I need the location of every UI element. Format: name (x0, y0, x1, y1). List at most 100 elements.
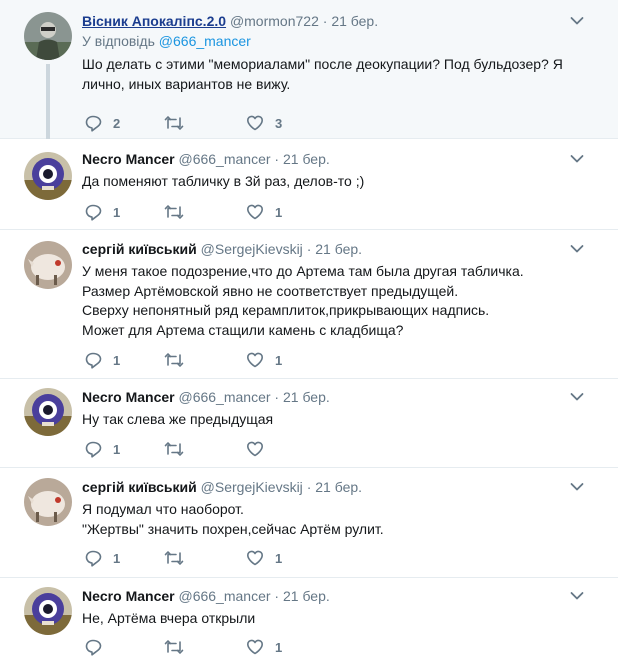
reply-prefix: У відповідь (82, 33, 159, 49)
reply-button[interactable] (84, 637, 113, 657)
separator-dot: · (274, 588, 280, 604)
tweet-text-line: Сверху непонятный ряд керамплиток,прикры… (82, 302, 490, 318)
tweet-text-line: Может для Артема стащили камень с кладби… (82, 321, 404, 338)
heart-icon (247, 441, 263, 457)
reply-button[interactable]: 2 (84, 113, 120, 133)
heart-icon (247, 204, 263, 220)
retweet-button[interactable] (164, 548, 195, 568)
reply-thread: Вісник Апокаліпс.2.0 @mormon722 · 21 бер… (0, 0, 618, 661)
like-button[interactable]: 1 (246, 548, 282, 568)
tweet-timestamp[interactable]: 21 бер. (283, 151, 330, 167)
tweet-text-line: Не, Артёма вчера открыли (82, 610, 256, 626)
heart-icon (247, 352, 263, 368)
like-button[interactable]: 1 (246, 350, 282, 370)
tweet-text: Не, Артёма вчера открыли (82, 609, 578, 629)
tweet-text: Да поменяют табличку в 3й раз, делов-то … (82, 172, 578, 192)
reply-icon (85, 115, 102, 132)
like-count: 1 (275, 204, 283, 220)
author-handle[interactable]: @666_mancer (178, 389, 270, 405)
retweet-button[interactable] (164, 637, 195, 657)
chevron-down-icon[interactable] (570, 591, 584, 601)
retweet-icon (164, 116, 184, 130)
author-handle[interactable]: @666_mancer (178, 588, 270, 604)
thread-line (46, 64, 50, 139)
author-handle[interactable]: @SergejKievskij (201, 479, 303, 495)
chevron-down-icon[interactable] (570, 392, 584, 402)
author-name[interactable]: Necro Mancer (82, 588, 175, 604)
chevron-down-icon[interactable] (570, 244, 584, 254)
tweet-text: Шо делать с этими "мемориалами" после де… (82, 55, 578, 94)
tweet-2[interactable]: сергій київський @SergejKievskij · 21 бе… (0, 230, 618, 379)
author-name[interactable]: Вісник Апокаліпс.2.0 (82, 13, 226, 29)
tweet-text: Я подумал что наоборот. "Жертвы" значить… (82, 500, 578, 539)
reply-icon (85, 204, 102, 221)
separator-dot: · (274, 389, 280, 405)
like-button[interactable]: 1 (246, 202, 282, 222)
avatar-user-2[interactable] (24, 241, 72, 289)
like-button[interactable]: 3 (246, 113, 282, 133)
tweet-3[interactable]: Necro Mancer @666_mancer · 21 бер. Ну та… (0, 379, 618, 468)
heart-icon (247, 115, 263, 131)
heart-icon (247, 639, 263, 655)
reply-icon (85, 550, 102, 567)
like-button[interactable]: 1 (246, 637, 282, 657)
reply-button[interactable]: 1 (84, 439, 120, 459)
tweet-4[interactable]: сергій київський @SergejKievskij · 21 бе… (0, 468, 618, 578)
chevron-down-icon[interactable] (570, 16, 584, 26)
author-handle[interactable]: @666_mancer (178, 151, 270, 167)
tweet-timestamp[interactable]: 21 бер. (315, 241, 362, 257)
author-name[interactable]: Necro Mancer (82, 389, 175, 405)
reply-button[interactable]: 1 (84, 202, 120, 222)
tweet-timestamp[interactable]: 21 бер. (331, 13, 378, 29)
retweet-button[interactable] (164, 113, 195, 133)
reply-icon (85, 639, 102, 656)
tweet-1[interactable]: Necro Mancer @666_mancer · 21 бер. Да по… (0, 139, 618, 230)
reply-count: 1 (113, 550, 121, 566)
retweet-button[interactable] (164, 350, 195, 370)
tweet-text-line: лично, иных вариантов не вижу. (82, 75, 291, 92)
like-count: 1 (275, 639, 283, 655)
chevron-down-icon[interactable] (570, 154, 584, 164)
tweet-timestamp[interactable]: 21 бер. (283, 588, 330, 604)
author-handle[interactable]: @mormon722 (230, 13, 319, 29)
heart-icon (247, 550, 263, 566)
tweet-text-line: Шо делать с этими "мемориалами" после де… (82, 56, 563, 72)
like-count: 1 (275, 550, 283, 566)
tweet-text-line: Я подумал что наоборот. (82, 501, 244, 517)
like-count: 1 (275, 352, 283, 368)
separator-dot: · (322, 13, 328, 29)
author-name[interactable]: Necro Mancer (82, 151, 175, 167)
retweet-icon (164, 442, 184, 456)
retweet-button[interactable] (164, 202, 195, 222)
reply-count: 2 (113, 115, 121, 131)
author-handle[interactable]: @SergejKievskij (201, 241, 303, 257)
like-count: 3 (275, 115, 283, 131)
tweet-timestamp[interactable]: 21 бер. (315, 479, 362, 495)
avatar-user-5[interactable] (24, 587, 72, 635)
tweet-text: У меня такое подозрение,что до Артема та… (82, 262, 578, 340)
avatar-user-3[interactable] (24, 388, 72, 436)
avatar-user-4[interactable] (24, 478, 72, 526)
reply-context: У відповідь @666_mancer (82, 32, 578, 50)
separator-dot: · (306, 479, 312, 495)
tweet-0[interactable]: Вісник Апокаліпс.2.0 @mormon722 · 21 бер… (0, 0, 618, 139)
separator-dot: · (306, 241, 312, 257)
reply-icon (85, 441, 102, 458)
avatar-user-0[interactable] (24, 12, 72, 60)
tweet-text-line: "Жертвы" значить похрен,сейчас Артём рул… (82, 520, 384, 537)
retweet-button[interactable] (164, 439, 195, 459)
reply-button[interactable]: 1 (84, 350, 120, 370)
tweet-timestamp[interactable]: 21 бер. (283, 389, 330, 405)
reply-mention-link[interactable]: @666_mancer (159, 33, 251, 49)
like-button[interactable] (246, 439, 275, 459)
author-name[interactable]: сергій київський (82, 479, 197, 495)
avatar-user-1[interactable] (24, 152, 72, 200)
tweet-5[interactable]: Necro Mancer @666_mancer · 21 бер. Не, А… (0, 578, 618, 661)
retweet-icon (164, 353, 184, 367)
separator-dot: · (274, 151, 280, 167)
reply-button[interactable]: 1 (84, 548, 120, 568)
chevron-down-icon[interactable] (570, 482, 584, 492)
reply-count: 1 (113, 352, 121, 368)
tweet-text: Ну так слева же предыдущая (82, 410, 578, 430)
author-name[interactable]: сергій київський (82, 241, 197, 257)
